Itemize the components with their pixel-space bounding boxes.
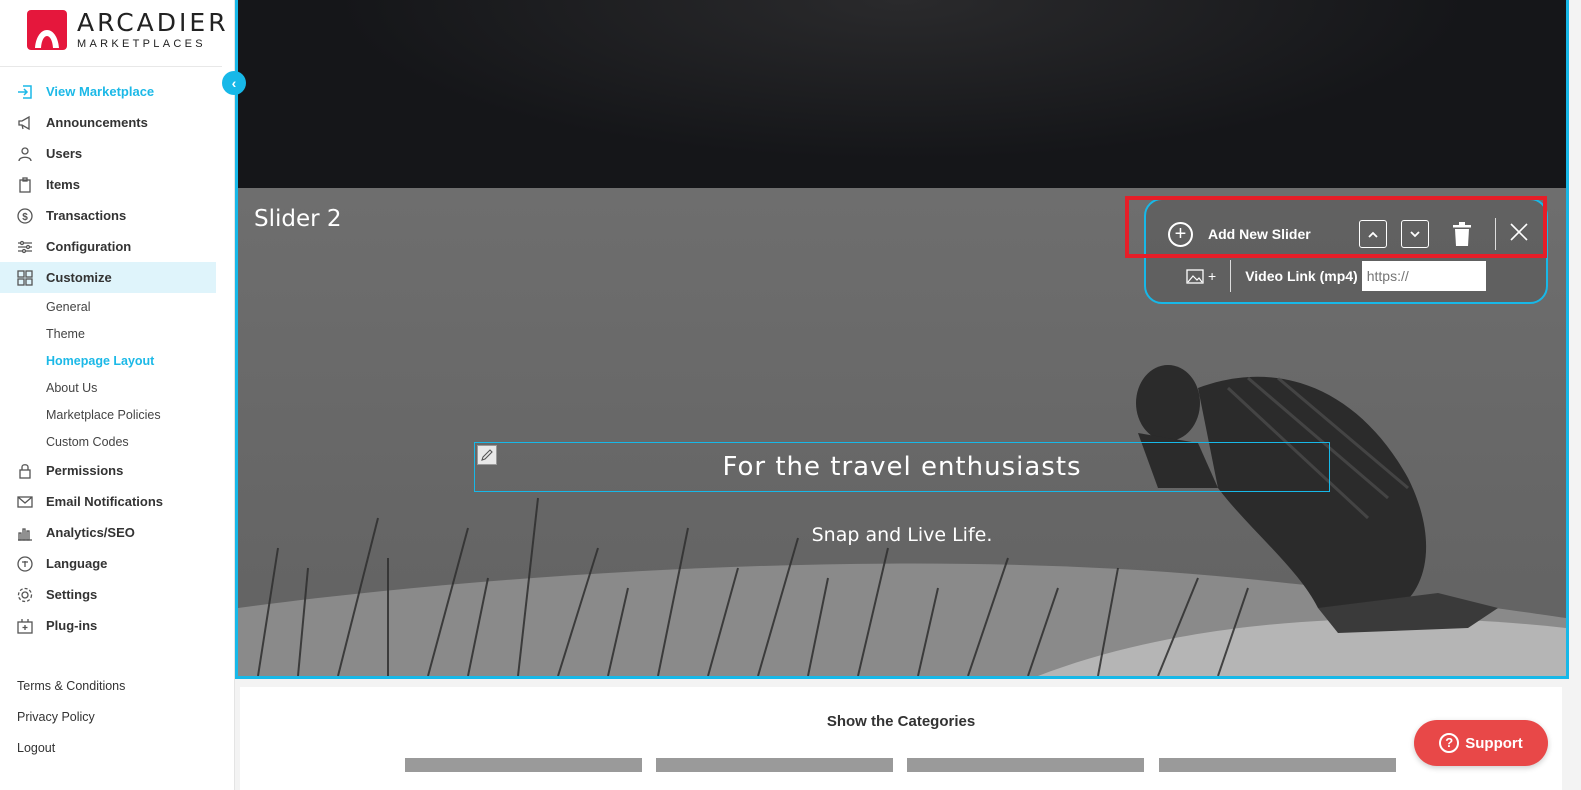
sidebar-item-label: Language xyxy=(46,556,108,571)
add-image-plus: + xyxy=(1208,268,1217,284)
chevron-up-icon xyxy=(1368,231,1378,238)
sidebar-item-language[interactable]: Language xyxy=(0,548,216,579)
pencil-icon[interactable] xyxy=(477,445,497,465)
sidebar-item-plug-ins[interactable]: Plug-ins xyxy=(0,610,216,641)
sidebar-subitem-label: Homepage Layout xyxy=(46,353,155,368)
sidebar-subitem-custom-codes[interactable]: Custom Codes xyxy=(0,428,216,455)
video-link-input[interactable] xyxy=(1361,261,1486,291)
sidebar-item-items[interactable]: Items xyxy=(0,169,216,200)
lock-icon xyxy=(16,462,33,479)
enter-icon xyxy=(16,83,33,100)
sidebar-item-label: Settings xyxy=(46,587,98,602)
slide-subheading[interactable]: Snap and Live Life. xyxy=(238,524,1566,546)
sidebar-subitem-about-us[interactable]: About Us xyxy=(0,374,216,401)
bar-chart-icon xyxy=(16,524,33,541)
divider xyxy=(0,66,222,67)
gear-icon xyxy=(16,586,33,603)
brand-title: ARCADIER xyxy=(77,8,229,37)
sidebar-item-permissions[interactable]: Permissions xyxy=(0,455,216,486)
dollar-icon: $ xyxy=(16,207,33,224)
support-label: Support xyxy=(1465,734,1523,752)
grid-icon xyxy=(16,269,33,286)
slider-label: Slider 2 xyxy=(254,206,342,232)
divider xyxy=(1495,218,1496,250)
plugin-icon xyxy=(16,617,33,634)
sidebar-footer: Terms & Conditions Privacy Policy Logout xyxy=(17,670,125,763)
sidebar-item-label: Email Notifications xyxy=(46,494,164,509)
sidebar-item-configuration[interactable]: Configuration xyxy=(0,231,216,262)
sidebar-nav: View Marketplace Announcements Users Ite… xyxy=(0,76,216,641)
categories-section: Show the Categories xyxy=(240,687,1562,790)
headline-editor[interactable]: For the travel enthusiasts xyxy=(474,442,1330,492)
sidebar-subitem-homepage-layout[interactable]: Homepage Layout xyxy=(0,347,216,374)
translate-icon xyxy=(16,555,33,572)
sidebar-item-label: Announcements xyxy=(46,115,148,130)
sidebar-item-label: Users xyxy=(46,146,83,161)
mail-icon xyxy=(16,493,33,510)
brand-subtitle: MARKETPLACES xyxy=(77,38,206,50)
delete-button[interactable] xyxy=(1451,221,1473,247)
logout-link[interactable]: Logout xyxy=(17,732,125,763)
sidebar-item-label: Permissions xyxy=(46,463,124,478)
sidebar-subitem-label: Marketplace Policies xyxy=(46,407,161,422)
categories-title: Show the Categories xyxy=(826,713,976,730)
chevron-down-icon xyxy=(1410,230,1420,237)
sidebar-item-label: Customize xyxy=(46,270,112,285)
chevron-left-icon[interactable]: ‹ xyxy=(222,71,246,95)
slider-editor: Slider 2 + Add New Slider + Video Link (… xyxy=(235,0,1569,679)
sidebar-subitem-label: General xyxy=(46,299,91,314)
sidebar-item-settings[interactable]: Settings xyxy=(0,579,216,610)
sidebar-item-transactions[interactable]: $ Transactions xyxy=(0,200,216,231)
main-content: Slider 2 + Add New Slider + Video Link (… xyxy=(235,0,1581,790)
sidebar-subitem-general[interactable]: General xyxy=(0,293,216,320)
sidebar-item-customize[interactable]: Customize xyxy=(0,262,216,293)
sidebar-item-label: Transactions xyxy=(46,208,127,223)
support-button[interactable]: ? Support xyxy=(1414,720,1548,766)
sidebar-item-label: Items xyxy=(46,177,80,192)
video-link-label: Video Link (mp4) xyxy=(1245,268,1358,284)
megaphone-icon xyxy=(16,114,33,131)
sidebar-item-announcements[interactable]: Announcements xyxy=(0,107,216,138)
slider-toolbar: + Add New Slider + Video Link (mp4) http… xyxy=(1144,198,1548,304)
sidebar-subitem-label: Custom Codes xyxy=(46,434,129,449)
slide-headline[interactable]: For the travel enthusiasts xyxy=(475,443,1329,491)
sidebar-subitem-marketplace-policies[interactable]: Marketplace Policies xyxy=(0,401,216,428)
category-tile[interactable] xyxy=(405,758,642,772)
sidebar-subitem-theme[interactable]: Theme xyxy=(0,320,216,347)
sidebar-item-label: Configuration xyxy=(46,239,132,254)
previous-slide-image xyxy=(238,0,1566,188)
svg-text:$: $ xyxy=(22,212,28,223)
arcadier-logo-icon xyxy=(27,10,67,50)
image-icon xyxy=(1186,268,1204,284)
sidebar-item-label: View Marketplace xyxy=(46,84,155,99)
sidebar-item-analytics-seo[interactable]: Analytics/SEO xyxy=(0,517,216,548)
privacy-link[interactable]: Privacy Policy xyxy=(17,701,125,732)
help-icon: ? xyxy=(1439,733,1460,753)
add-circle-icon[interactable]: + xyxy=(1168,221,1193,247)
sidebar-item-view-marketplace[interactable]: View Marketplace xyxy=(0,76,216,107)
move-up-button[interactable] xyxy=(1359,220,1387,248)
trash-icon xyxy=(1453,222,1471,246)
sidebar: ARCADIER MARKETPLACES View Marketplace A… xyxy=(0,0,235,790)
sidebar-subitem-label: About Us xyxy=(46,380,98,395)
close-icon[interactable] xyxy=(1510,221,1528,247)
sliders-icon xyxy=(16,238,33,255)
add-new-slider-button[interactable]: Add New Slider xyxy=(1208,226,1311,242)
sidebar-item-email-notifications[interactable]: Email Notifications xyxy=(0,486,216,517)
category-tile[interactable] xyxy=(907,758,1144,772)
sidebar-subitem-label: Theme xyxy=(46,326,85,341)
sidebar-item-label: Analytics/SEO xyxy=(46,525,135,540)
category-tile[interactable] xyxy=(656,758,893,772)
move-down-button[interactable] xyxy=(1401,220,1429,248)
terms-link[interactable]: Terms & Conditions xyxy=(17,670,125,701)
user-icon xyxy=(16,145,33,162)
brand-logo[interactable]: ARCADIER MARKETPLACES xyxy=(27,10,229,50)
divider xyxy=(1230,260,1232,292)
clipboard-icon xyxy=(16,176,33,193)
sidebar-item-users[interactable]: Users xyxy=(0,138,216,169)
sidebar-item-label: Plug-ins xyxy=(46,618,98,633)
category-tile[interactable] xyxy=(1159,758,1396,772)
add-image-button[interactable]: + xyxy=(1186,268,1216,284)
